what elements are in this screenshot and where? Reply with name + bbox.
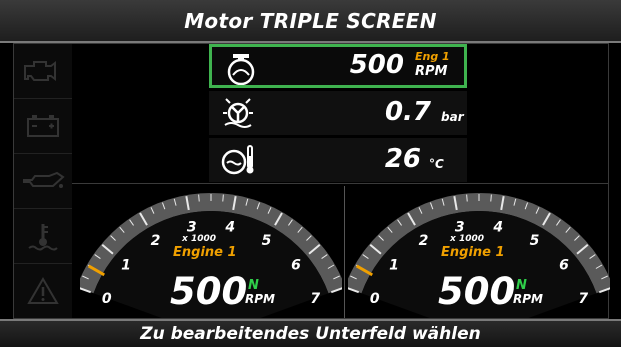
gauge-rpm-unit: RPM (245, 292, 275, 306)
rpm-gauge-left[interactable]: 01234567 x 1000 Engine 1 500 N RPM (76, 186, 346, 336)
readout-stack: 500 Eng 1 RPM 0.7 bar 26 °C (209, 44, 467, 182)
gauge-minor-tick (198, 194, 200, 202)
gauge-tick-label: 4 (224, 220, 235, 236)
turbo-icon (223, 98, 253, 128)
rpm-unit: RPM (415, 64, 448, 79)
battery-icon (27, 115, 59, 137)
gauge-tick-label: 2 (419, 233, 429, 249)
engine-icon (227, 54, 255, 85)
gauge-tick-label: 5 (530, 233, 540, 249)
gauge-tick-label: 1 (121, 258, 131, 274)
status-bar: Zu bearbeitendes Unterfeld wählen (0, 319, 621, 347)
coolant-temperature-icon (28, 224, 58, 251)
gauge-minor-tick (490, 194, 492, 202)
gauge-rpm-value: 500 (438, 270, 516, 313)
warning-icon (27, 277, 59, 304)
gauge-engine-label: Engine 1 (173, 245, 237, 260)
temp-field[interactable]: 26 °C (209, 138, 467, 182)
gauge-tick-label: 2 (151, 233, 161, 249)
gauge-tick-label: 5 (262, 233, 272, 249)
gauge-rpm-value: 500 (170, 270, 248, 313)
gauge-tick-label: 6 (291, 258, 301, 274)
rpm-engine-tag: Eng 1 (415, 50, 450, 63)
sidebar-item-battery[interactable] (14, 99, 72, 154)
gauge-tick-label: 1 (389, 258, 399, 274)
gauge-tick-label: 0 (370, 291, 380, 307)
gauge-minor-tick (222, 194, 224, 202)
temp-unit: °C (429, 157, 444, 171)
section-divider (72, 183, 608, 184)
screen-title: Motor TRIPLE SCREEN (184, 8, 437, 33)
gauge-gear: N (516, 278, 527, 293)
status-text: Zu bearbeitendes Unterfeld wählen (140, 324, 481, 344)
gauge-rpm-unit: RPM (513, 292, 543, 306)
rpm-field[interactable]: 500 Eng 1 RPM (209, 44, 467, 88)
gauge-tick-label: 4 (492, 220, 503, 236)
sidebar-item-oil[interactable] (14, 154, 72, 209)
gauge-multiplier: x 1000 (182, 234, 216, 244)
check-engine-icon (24, 61, 56, 81)
gauge-tick-label: 6 (559, 258, 569, 274)
title-bar: Motor TRIPLE SCREEN (0, 0, 621, 43)
gauge-engine-label: Engine 1 (441, 245, 505, 260)
gauge-tick-label: 7 (578, 291, 588, 307)
coolant-temp-icon (221, 145, 254, 175)
gauge-divider (344, 186, 345, 318)
temp-value: 26 (384, 144, 421, 174)
gauge-minor-tick (466, 194, 468, 202)
rpm-value: 500 (349, 50, 404, 80)
boost-unit: bar (441, 110, 464, 124)
oil-pressure-icon (23, 171, 65, 188)
gauge-tick-label: 7 (310, 291, 320, 307)
sidebar-item-coolant[interactable] (14, 209, 72, 264)
boost-field[interactable]: 0.7 bar (209, 91, 467, 135)
gauge-tick-label: 0 (102, 291, 112, 307)
gauge-multiplier: x 1000 (450, 234, 484, 244)
sidebar-item-warning[interactable] (14, 264, 72, 318)
boost-value: 0.7 (384, 97, 431, 127)
gauge-gear: N (248, 278, 259, 293)
sidebar (14, 44, 72, 318)
rpm-gauge-right[interactable]: 01234567 x 1000 Engine 1 500 N RPM (344, 186, 614, 336)
sidebar-item-check-engine[interactable] (14, 44, 72, 99)
